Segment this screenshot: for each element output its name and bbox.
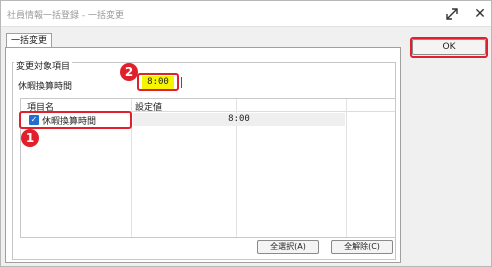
group-title: 変更対象項目 bbox=[14, 59, 73, 72]
maximize-button[interactable] bbox=[438, 4, 466, 24]
title-bar: 社員情報一括登録 - 一括変更 ✕ bbox=[1, 1, 491, 27]
tab-content: 変更対象項目 休暇換算時間 8:00 項目名 設定値 8:00 ✓ 休暇換算時間… bbox=[5, 47, 401, 263]
dialog-window: 社員情報一括登録 - 一括変更 ✕ 一括変更 変更対象項目 休暇換算時間 8:0… bbox=[0, 0, 492, 267]
close-button[interactable]: ✕ bbox=[466, 4, 492, 24]
window-title: 社員情報一括登録 - 一括変更 bbox=[7, 11, 124, 21]
close-icon: ✕ bbox=[474, 6, 486, 22]
highlight-ok-annotation bbox=[410, 37, 488, 58]
text-caret bbox=[181, 77, 182, 88]
tab-bulk-change[interactable]: 一括変更 bbox=[6, 33, 53, 48]
step-badge-1: 1 bbox=[21, 129, 39, 147]
step-badge-2: 2 bbox=[120, 63, 138, 81]
clear-all-button[interactable]: 全解除(C) bbox=[331, 240, 393, 254]
field-label: 休暇換算時間 bbox=[18, 82, 73, 92]
expand-arrows-icon bbox=[446, 8, 458, 20]
select-all-button[interactable]: 全選択(A) bbox=[257, 240, 319, 254]
highlight-row-annotation bbox=[19, 111, 132, 129]
highlight-value-annotation bbox=[137, 73, 179, 91]
row-value-cell[interactable]: 8:00 bbox=[133, 113, 345, 126]
column-header-setting-value[interactable]: 設定値 bbox=[135, 100, 162, 113]
